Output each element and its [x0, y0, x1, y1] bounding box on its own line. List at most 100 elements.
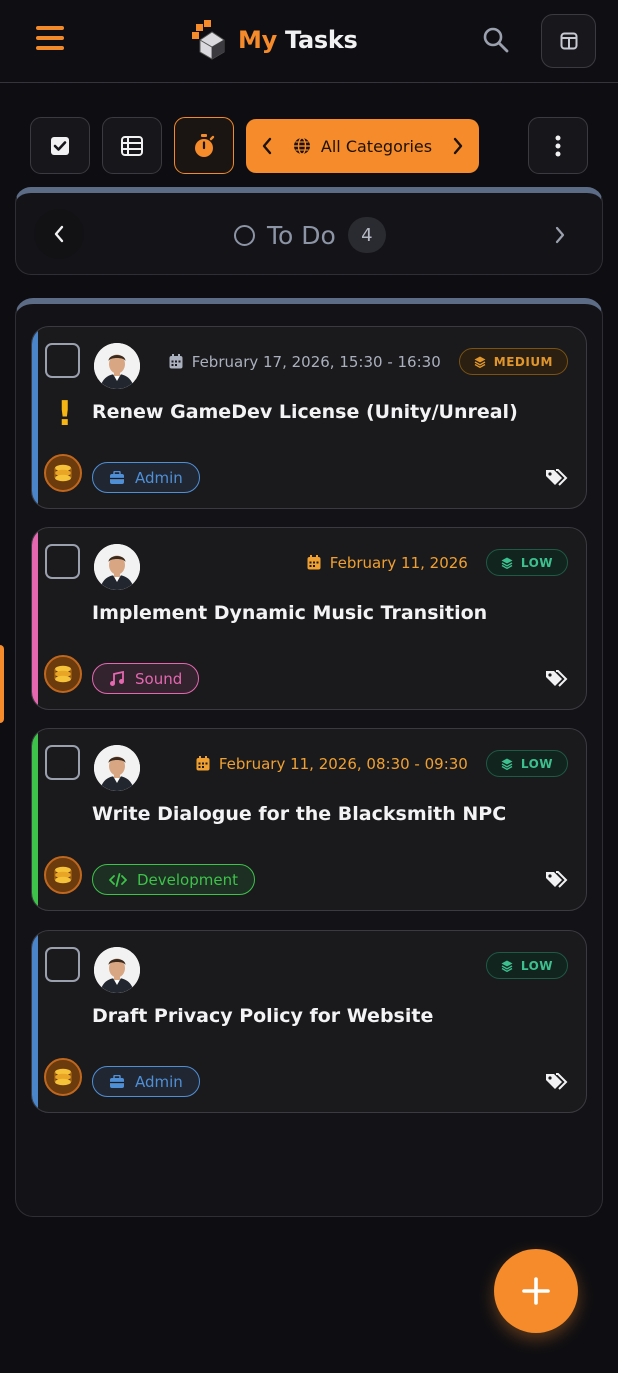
task-date: February 11, 2026	[307, 554, 468, 572]
status-next-button[interactable]	[542, 215, 578, 255]
category-label: Admin	[135, 468, 183, 487]
priority-label: LOW	[520, 555, 553, 570]
app-root: My Tasks All Categories To Do 4 ! Februa…	[0, 0, 618, 1373]
more-options-button[interactable]	[528, 117, 588, 174]
plus-icon	[522, 1277, 550, 1305]
task-date-text: February 11, 2026, 08:30 - 09:30	[218, 754, 468, 773]
category-filter: All Categories	[246, 119, 479, 173]
category-prev-button[interactable]	[256, 131, 278, 161]
task-card[interactable]: ! February 17, 2026, 15:30 - 16:30 MEDIU…	[31, 326, 587, 509]
task-category-accent	[32, 327, 38, 508]
chevron-right-icon	[555, 226, 565, 244]
tags-icon[interactable]	[544, 1072, 568, 1094]
search-icon[interactable]	[482, 26, 514, 58]
important-exclamation-icon: !	[57, 394, 73, 434]
globe-icon	[293, 137, 310, 155]
layers-icon	[474, 356, 486, 368]
view-list-button[interactable]	[102, 117, 162, 174]
columns-layout-icon	[560, 32, 577, 50]
view-timer-button[interactable]	[174, 117, 234, 174]
layout-toggle-button[interactable]	[541, 14, 596, 68]
priority-badge: MEDIUM	[458, 348, 568, 375]
app-logo-icon	[192, 20, 225, 60]
category-icon	[109, 872, 127, 887]
category-icon	[109, 670, 125, 687]
status-label: To Do	[267, 220, 336, 250]
hamburger-menu-icon[interactable]	[36, 26, 70, 56]
category-next-button[interactable]	[447, 131, 469, 161]
coins-reward-icon[interactable]	[44, 655, 82, 693]
priority-badge: LOW	[485, 952, 568, 979]
app-logo: My Tasks	[190, 20, 358, 60]
coins-reward-icon[interactable]	[44, 454, 82, 492]
task-meta: LOW	[485, 952, 568, 979]
task-complete-checkbox[interactable]	[45, 544, 80, 579]
category-icon	[109, 1074, 125, 1089]
task-category-accent	[32, 729, 38, 910]
task-category-accent	[32, 931, 38, 1112]
calendar-icon	[307, 555, 321, 570]
assignee-avatar	[94, 947, 140, 993]
layers-icon	[501, 557, 513, 569]
tags-icon[interactable]	[544, 669, 568, 691]
category-pill[interactable]: Admin	[92, 462, 200, 493]
calendar-icon	[169, 354, 183, 369]
app-title-part2: Tasks	[285, 26, 358, 54]
task-date: February 11, 2026, 08:30 - 09:30	[196, 755, 468, 773]
chevron-right-icon	[453, 137, 463, 155]
task-meta: February 11, 2026, 08:30 - 09:30 LOW	[196, 750, 568, 777]
priority-label: LOW	[520, 958, 553, 973]
task-meta: February 11, 2026 LOW	[307, 549, 568, 576]
task-complete-checkbox[interactable]	[45, 343, 80, 378]
task-card[interactable]: February 11, 2026 LOW Implement Dynamic …	[31, 527, 587, 710]
view-checklist-button[interactable]	[30, 117, 90, 174]
category-icon	[109, 470, 125, 485]
add-task-button[interactable]	[494, 1249, 578, 1333]
tags-icon[interactable]	[544, 468, 568, 490]
priority-badge: LOW	[485, 750, 568, 777]
task-title[interactable]: Renew GameDev License (Unity/Unreal)	[92, 401, 518, 423]
list-icon	[121, 135, 143, 156]
task-title[interactable]: Draft Privacy Policy for Website	[92, 1005, 433, 1027]
assignee-avatar	[94, 343, 140, 389]
layers-icon	[501, 758, 513, 770]
kebab-menu-icon	[555, 135, 561, 156]
task-date: February 17, 2026, 15:30 - 16:30	[169, 353, 441, 371]
status-switcher: To Do 4	[15, 187, 603, 275]
side-drawer-handle[interactable]	[0, 645, 4, 723]
priority-label: MEDIUM	[493, 354, 553, 369]
assignee-avatar	[94, 745, 140, 791]
tags-icon[interactable]	[544, 870, 568, 892]
status-circle-icon	[234, 224, 255, 246]
priority-badge: LOW	[485, 549, 568, 576]
category-filter-label: All Categories	[320, 136, 433, 156]
status-prev-button[interactable]	[34, 209, 84, 259]
task-title[interactable]: Implement Dynamic Music Transition	[92, 602, 487, 624]
category-filter-label-group[interactable]: All Categories	[293, 137, 432, 156]
coins-reward-icon[interactable]	[44, 1058, 82, 1096]
task-card[interactable]: February 11, 2026, 08:30 - 09:30 LOW Wri…	[31, 728, 587, 911]
category-pill[interactable]: Sound	[92, 663, 200, 694]
category-pill[interactable]: Development	[92, 864, 255, 895]
task-complete-checkbox[interactable]	[45, 745, 80, 780]
task-title[interactable]: Write Dialogue for the Blacksmith NPC	[92, 803, 506, 825]
category-pill[interactable]: Admin	[92, 1066, 200, 1097]
layers-icon	[501, 960, 513, 972]
coins-reward-icon[interactable]	[44, 856, 82, 894]
app-title: My Tasks	[238, 26, 358, 54]
status-title: To Do 4	[234, 217, 386, 253]
task-meta: February 17, 2026, 15:30 - 16:30 MEDIUM	[169, 348, 568, 375]
priority-label: LOW	[520, 756, 553, 771]
status-count-badge: 4	[347, 217, 386, 253]
task-complete-checkbox[interactable]	[45, 947, 80, 982]
category-label: Development	[137, 870, 238, 889]
task-card[interactable]: LOW Draft Privacy Policy for Website Adm…	[31, 930, 587, 1113]
assignee-avatar	[94, 544, 140, 590]
category-label: Sound	[135, 669, 183, 688]
task-category-accent	[32, 528, 38, 709]
calendar-icon	[196, 756, 210, 771]
top-bar: My Tasks	[0, 0, 618, 83]
chevron-left-icon	[54, 225, 64, 243]
app-title-part1: My	[238, 26, 277, 54]
checkbox-icon	[51, 136, 69, 155]
